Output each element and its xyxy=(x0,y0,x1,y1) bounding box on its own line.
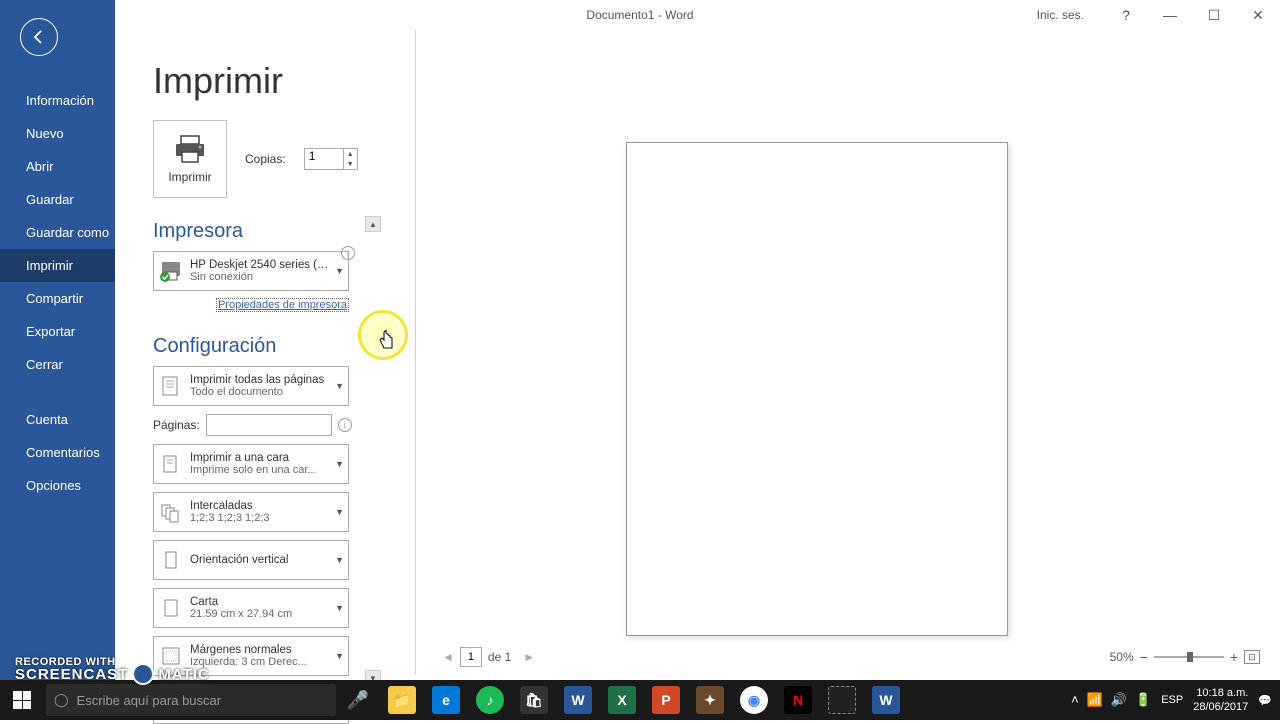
recorder-app[interactable] xyxy=(820,680,864,720)
page-number-input[interactable] xyxy=(460,647,482,667)
recorder-logo-icon xyxy=(132,663,154,685)
chevron-down-icon: ▼ xyxy=(335,266,344,276)
sidebar-item-opciones[interactable]: Opciones xyxy=(0,469,115,502)
collate-dropdown[interactable]: Intercaladas 1;2;3 1;2;3 1;2;3 ▼ xyxy=(153,492,349,532)
chevron-down-icon: ▼ xyxy=(335,381,344,391)
app-unknown[interactable]: ✦ xyxy=(688,680,732,720)
back-button[interactable] xyxy=(20,18,58,56)
start-button[interactable] xyxy=(0,680,44,720)
paper-size-dropdown[interactable]: Carta 21.59 cm x 27.94 cm ▼ xyxy=(153,588,349,628)
printer-properties-link[interactable]: Propiedades de impresora xyxy=(216,298,349,312)
scroll-up-button[interactable]: ▲ xyxy=(365,216,381,232)
copies-up[interactable]: ▲ xyxy=(344,149,357,159)
copies-down[interactable]: ▼ xyxy=(344,159,357,169)
document-title: Documento1 - Word xyxy=(586,8,693,22)
sidebar-item-guardar-como[interactable]: Guardar como xyxy=(0,216,115,249)
pages-help-icon[interactable]: i xyxy=(338,418,352,432)
chevron-down-icon: ▼ xyxy=(335,459,344,469)
cortana-icon: ◯ xyxy=(54,692,69,708)
print-preview-area: ◄ de 1 ► 50% − + ⊡ xyxy=(415,30,1280,675)
clock[interactable]: 10:18 a.m. 28/06/2017 xyxy=(1193,686,1248,714)
print-what-dropdown[interactable]: Imprimir todas las páginas Todo el docum… xyxy=(153,366,349,406)
volume-icon[interactable]: 🔊 xyxy=(1111,692,1127,708)
sidebar-item-cerrar[interactable]: Cerrar xyxy=(0,348,115,381)
copies-input[interactable] xyxy=(309,149,343,163)
excel-app[interactable]: X xyxy=(600,680,644,720)
system-tray[interactable]: ˄ 📶 🔊 🔋 xyxy=(1071,692,1151,708)
page-preview xyxy=(626,142,1008,636)
fit-page-button[interactable]: ⊡ xyxy=(1244,650,1260,664)
collate-icon xyxy=(158,499,184,525)
chevron-down-icon: ▼ xyxy=(335,507,344,517)
battery-icon[interactable]: 🔋 xyxy=(1135,692,1151,708)
taskbar-search[interactable]: ◯ Escribe aquí para buscar xyxy=(46,684,336,716)
word-running-app[interactable]: W xyxy=(864,680,908,720)
netflix-app[interactable]: N xyxy=(776,680,820,720)
printer-icon xyxy=(173,134,207,164)
page-of-label: de 1 xyxy=(488,650,511,664)
windows-icon xyxy=(13,691,31,709)
sidebar-item-comentarios[interactable]: Comentarios xyxy=(0,436,115,469)
language-indicator[interactable]: ESP xyxy=(1161,694,1183,706)
printer-dropdown[interactable]: HP Deskjet 2540 series (R... Sin conexió… xyxy=(153,251,349,291)
one-sided-icon xyxy=(158,451,184,477)
powerpoint-app[interactable]: P xyxy=(644,680,688,720)
sidebar-item-imprimir[interactable]: Imprimir xyxy=(0,249,115,282)
next-page-button[interactable]: ► xyxy=(517,650,541,664)
maximize-button[interactable]: ☐ xyxy=(1192,0,1236,30)
zoom-in-button[interactable]: + xyxy=(1230,649,1238,665)
sidebar-item-cuenta[interactable]: Cuenta xyxy=(0,403,115,436)
printer-name: HP Deskjet 2540 series (R... xyxy=(190,259,331,271)
network-icon[interactable]: 📶 xyxy=(1087,692,1103,708)
pages-input[interactable] xyxy=(206,414,332,436)
titlebar: Documento1 - Word Inic. ses. ? — ☐ ✕ xyxy=(0,0,1280,30)
main-content: Imprimir Imprimir Copias: ▲ ▼ xyxy=(115,30,1280,675)
print-button-label: Imprimir xyxy=(168,170,211,184)
pages-icon xyxy=(158,373,184,399)
zoom-slider[interactable] xyxy=(1154,656,1224,658)
printer-status-icon xyxy=(158,258,184,284)
taskbar: ◯ Escribe aquí para buscar 🎤 📁 e ♪ 🛍 W X… xyxy=(0,680,1280,720)
page-title: Imprimir xyxy=(153,60,415,102)
sidebar-item-nuevo[interactable]: Nuevo xyxy=(0,117,115,150)
prev-page-button[interactable]: ◄ xyxy=(436,650,460,664)
store-app[interactable]: 🛍 xyxy=(512,680,556,720)
minimize-button[interactable]: — xyxy=(1148,0,1192,30)
sign-in-link[interactable]: Inic. ses. xyxy=(1037,8,1084,22)
print-settings-panel: Imprimir Imprimir Copias: ▲ ▼ xyxy=(115,30,415,675)
sidebar-item-información[interactable]: Información xyxy=(0,84,115,117)
print-button[interactable]: Imprimir xyxy=(153,120,227,198)
tray-chevron-icon[interactable]: ˄ xyxy=(1071,692,1079,708)
sidebar-item-exportar[interactable]: Exportar xyxy=(0,315,115,348)
chrome-app[interactable]: ◉ xyxy=(732,680,776,720)
printer-status: Sin conexión xyxy=(190,271,331,283)
file-explorer-app[interactable]: 📁 xyxy=(380,680,424,720)
notifications-icon[interactable]: 💬 xyxy=(1258,694,1272,707)
mic-icon[interactable]: 🎤 xyxy=(336,680,380,720)
copies-label: Copias: xyxy=(245,152,286,166)
sidebar-item-abrir[interactable]: Abrir xyxy=(0,150,115,183)
edge-app[interactable]: e xyxy=(424,680,468,720)
chevron-down-icon: ▼ xyxy=(335,603,344,613)
copies-stepper[interactable]: ▲ ▼ xyxy=(304,148,358,170)
orientation-dropdown[interactable]: Orientación vertical ▼ xyxy=(153,540,349,580)
sides-dropdown[interactable]: Imprimir a una cara Imprime solo en una … xyxy=(153,444,349,484)
pages-label: Páginas: xyxy=(153,418,200,432)
chevron-down-icon: ▼ xyxy=(335,651,344,661)
help-button[interactable]: ? xyxy=(1104,0,1148,30)
recorder-watermark: SCREENCAST MATIC xyxy=(15,663,210,685)
paper-icon xyxy=(158,595,184,621)
spotify-app[interactable]: ♪ xyxy=(468,680,512,720)
portrait-icon xyxy=(158,547,184,573)
chevron-down-icon: ▼ xyxy=(335,555,344,565)
sidebar-item-guardar[interactable]: Guardar xyxy=(0,183,115,216)
settings-scrollbar[interactable]: ▲ ▼ xyxy=(365,216,381,686)
close-button[interactable]: ✕ xyxy=(1236,0,1280,30)
zoom-percent: 50% xyxy=(1110,650,1134,664)
backstage-sidebar: InformaciónNuevoAbrirGuardarGuardar como… xyxy=(0,0,115,720)
sidebar-item-compartir[interactable]: Compartir xyxy=(0,282,115,315)
word-app[interactable]: W xyxy=(556,680,600,720)
zoom-out-button[interactable]: − xyxy=(1140,649,1148,665)
